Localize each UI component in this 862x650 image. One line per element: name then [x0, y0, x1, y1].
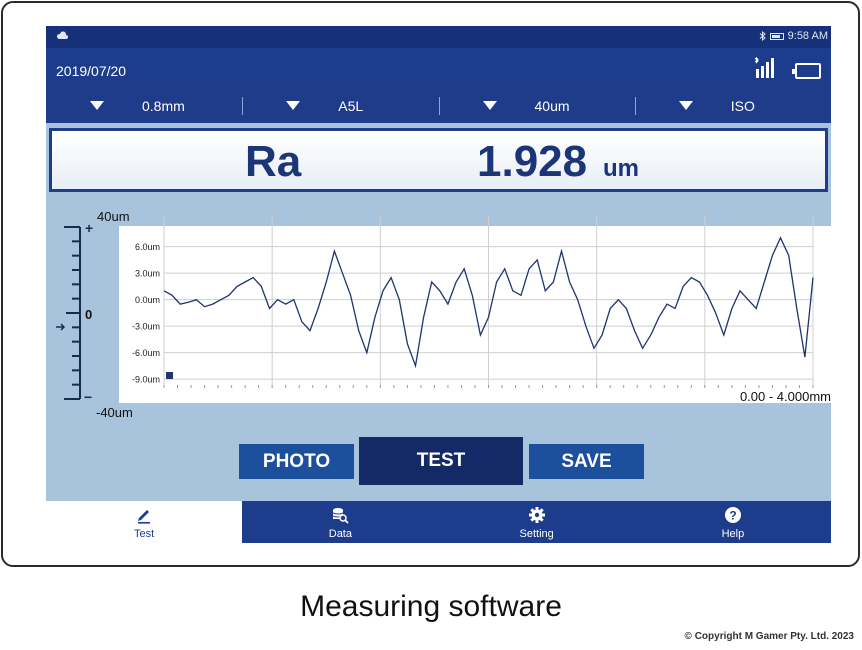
copyright: © Copyright M Gamer Pty. Ltd. 2023 [684, 631, 854, 642]
parameter-bar: 0.8mm A5L 40um ISO [46, 88, 831, 123]
bluetooth-icon [759, 31, 766, 41]
y-tick-label: -9.0um [132, 375, 160, 385]
dropdown-arrow-icon [90, 101, 104, 110]
y-tick-label: -3.0um [132, 322, 160, 332]
status-bar: 9:58 AM [46, 26, 831, 48]
bottom-tab-bar: Test Data Setting ? Help [46, 501, 831, 543]
y-tick-label: 6.0um [135, 242, 160, 252]
app-header: 2019/07/20 [46, 48, 831, 88]
range-label: 0.00 - 4.000mm [739, 389, 831, 404]
status-time: 9:58 AM [787, 30, 828, 42]
profile-chart-area: 40um -40um 0 + − 6.0um 3.0um 0.0um -3.0um -6… [46, 201, 831, 431]
profile-chart[interactable]: 6.0um 3.0um 0.0um -3.0um -6.0um -9.0um [46, 201, 831, 431]
dropdown-arrow-icon [482, 101, 497, 110]
tab-data[interactable]: Data [242, 501, 438, 543]
cutoff-value: 0.8mm [142, 98, 185, 114]
range-dropdown[interactable]: 40um [438, 88, 635, 123]
cloud-icon [56, 31, 68, 39]
result-unit: um [603, 155, 639, 182]
result-parameter: Ra [245, 137, 302, 186]
caption: Measuring software [300, 590, 562, 623]
pencil-icon [138, 510, 151, 524]
tab-help[interactable]: ? Help [635, 501, 831, 543]
tab-help-label: Help [721, 528, 745, 540]
y-tick-label: 3.0um [135, 269, 160, 279]
tab-setting[interactable]: Setting [439, 501, 635, 543]
save-button[interactable]: SAVE [529, 444, 644, 479]
standard-value: ISO [730, 98, 755, 114]
svg-text:?: ? [729, 509, 736, 523]
gear-icon [528, 507, 545, 523]
photo-button[interactable]: PHOTO [239, 444, 354, 479]
filter-value: A5L [338, 98, 364, 114]
filter-dropdown[interactable]: A5L [242, 88, 438, 123]
y-tick-label: 0.0um [135, 295, 160, 305]
result-panel: Ra 1.928 um [49, 128, 828, 192]
tab-data-label: Data [328, 528, 352, 540]
tab-setting-label: Setting [519, 528, 554, 540]
battery-icon [792, 63, 821, 79]
test-button[interactable]: TEST [359, 437, 523, 485]
help-icon: ? [724, 507, 741, 523]
dropdown-arrow-icon [678, 101, 693, 110]
database-search-icon [333, 508, 350, 524]
app-screen: 9:58 AM 2019/07/20 0.8mm A5L 40um ISO Ra… [46, 26, 831, 543]
date-label: 2019/07/20 [56, 63, 127, 79]
dropdown-arrow-icon [286, 101, 301, 110]
standard-dropdown[interactable]: ISO [634, 88, 831, 123]
y-tick-label: -6.0um [132, 348, 160, 358]
status-battery-icon [769, 32, 784, 40]
signal-icon [754, 57, 774, 78]
cutoff-dropdown[interactable]: 0.8mm [46, 88, 242, 123]
range-value: 40um [534, 98, 570, 114]
result-value: 1.928 [477, 137, 588, 186]
device-frame: 9:58 AM 2019/07/20 0.8mm A5L 40um ISO Ra… [1, 1, 860, 567]
cursor-marker[interactable] [166, 372, 173, 379]
tab-test-label: Test [134, 528, 155, 540]
tab-test[interactable]: Test [46, 501, 243, 543]
